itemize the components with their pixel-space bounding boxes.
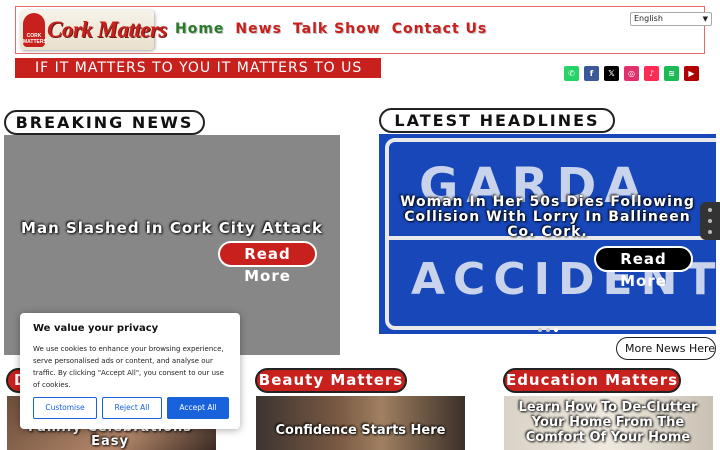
chevron-down-icon: ▼: [702, 15, 708, 23]
facebook-icon[interactable]: f: [584, 66, 599, 81]
slider-dot[interactable]: [546, 328, 550, 332]
cookie-reject-button[interactable]: Reject All: [102, 397, 162, 419]
tagline-banner: IF IT MATTERS TO YOU IT MATTERS TO US: [15, 58, 381, 78]
whatsapp-icon[interactable]: ✆: [564, 66, 579, 81]
nav-news[interactable]: News: [235, 21, 281, 37]
cookie-buttons: Customise Reject All Accept All: [33, 397, 229, 419]
youtube-icon[interactable]: ▶: [684, 66, 699, 81]
headline-story-title[interactable]: Woman In Her 50s Dies Following Collisio…: [395, 195, 700, 240]
nav-contact-us[interactable]: Contact Us: [392, 21, 488, 37]
cookie-accept-button[interactable]: Accept All: [167, 397, 229, 419]
more-news-label: More News Here: [625, 342, 716, 355]
beauty-card-title[interactable]: Confidence Starts Here: [256, 423, 465, 438]
cookie-customise-button[interactable]: Customise: [33, 397, 97, 419]
main-nav: Home News Talk Show Contact Us: [175, 21, 487, 37]
headline-read-more-button[interactable]: Read More: [594, 246, 693, 290]
side-dot[interactable]: [708, 208, 712, 212]
beauty-matters-heading: Beauty Matters: [255, 368, 407, 393]
logo-text: Cork Matters: [47, 17, 167, 42]
spotify-icon[interactable]: ≋: [664, 66, 679, 81]
logo-badge: CORK MATTERS: [23, 13, 47, 47]
education-card-title[interactable]: Learn How To De-Clutter Your Home From T…: [518, 400, 698, 445]
side-dot[interactable]: [708, 219, 712, 223]
social-links: ✆ f 𝕏 ◎ ♪ ≋ ▶: [564, 66, 699, 81]
language-value: English: [634, 14, 663, 23]
latest-headlines-slide[interactable]: GARDA ACCIDENT Woman In Her 50s Dies Fol…: [379, 134, 716, 334]
breaking-news-heading: BREAKING NEWS: [4, 110, 205, 135]
cookie-body: We use cookies to enhance your browsing …: [33, 345, 224, 389]
slider-dots: [538, 328, 558, 332]
tiktok-icon[interactable]: ♪: [644, 66, 659, 81]
education-card[interactable]: Learn How To De-Clutter Your Home From T…: [504, 396, 713, 450]
site-logo[interactable]: CORK MATTERS Cork Matters: [20, 10, 167, 50]
slider-dot[interactable]: [538, 328, 542, 332]
more-news-button[interactable]: More News Here ▶: [616, 337, 716, 360]
breaking-story-title[interactable]: Man Slashed in Cork City Attack: [4, 219, 340, 237]
side-dot[interactable]: [708, 230, 712, 234]
breaking-read-more-button[interactable]: Read More: [218, 241, 317, 285]
nav-home[interactable]: Home: [175, 21, 224, 37]
nav-talk-show[interactable]: Talk Show: [293, 21, 381, 37]
education-matters-heading: Education Matters: [503, 368, 681, 393]
instagram-icon[interactable]: ◎: [624, 66, 639, 81]
language-select[interactable]: English ▼: [630, 12, 712, 26]
side-dots-nav[interactable]: [700, 202, 720, 240]
cookie-consent-banner: We value your privacy We use cookies to …: [20, 313, 240, 429]
cookie-title: We value your privacy: [33, 323, 159, 334]
latest-headlines-heading: LATEST HEADLINES: [379, 108, 615, 133]
x-icon[interactable]: 𝕏: [604, 66, 619, 81]
slider-dot-active[interactable]: [554, 328, 558, 332]
beauty-card[interactable]: Confidence Starts Here: [256, 396, 465, 450]
